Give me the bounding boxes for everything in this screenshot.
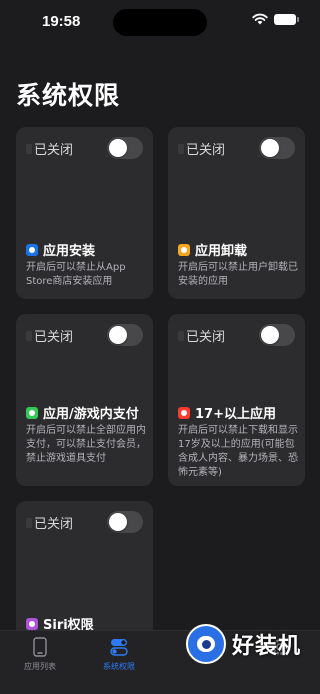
wifi-icon [252,13,268,25]
tab-label: 应用列表 [24,662,56,671]
card-status-text: 已关闭 [186,330,226,345]
card-status: 已关闭 [26,513,73,532]
card-siri: 已关闭 Siri权限 [16,501,153,641]
dynamic-island [113,9,207,36]
age-17-plus-toggle[interactable] [259,324,295,346]
card-title: 应用/游戏内支付 [43,407,139,422]
watermark-logo-icon [186,624,226,664]
status-indicator-icon [178,143,184,154]
status-indicator-icon [26,517,32,528]
status-indicator-icon [178,330,184,341]
toggle-knob [261,139,279,157]
phone-icon [33,637,47,657]
app-uninstall-toggle[interactable] [259,137,295,159]
card-status: 已关闭 [26,139,73,158]
siri-icon [26,617,38,630]
card-status: 已关闭 [26,326,73,345]
card-header: 应用卸载 [178,240,247,259]
status-icons [252,13,299,25]
toggle-knob [109,139,127,157]
card-status-text: 已关闭 [34,143,74,158]
siri-toggle[interactable] [107,511,143,533]
age-rating-icon [178,406,190,419]
app-install-toggle[interactable] [107,137,143,159]
card-description: 开启后可以禁止下载和显示17岁及以上的应用(可能包含成人内容、暴力场景、恐怖元素… [178,425,298,478]
card-description: 开启后可以禁止从App Store商店安装应用 [26,262,126,287]
card-title: 应用卸载 [195,244,248,259]
card-status: 已关闭 [178,326,225,345]
card-status-text: 已关闭 [34,517,74,532]
uninstall-icon [178,243,190,256]
in-app-purchase-icon [26,406,38,419]
toggles-icon [110,639,128,656]
card-title: 应用安装 [43,244,96,259]
status-indicator-icon [26,330,32,341]
card-app-uninstall: 已关闭 应用卸载 开启后可以禁止用户卸载已安装的应用 [168,127,305,299]
watermark-text: 好装机 [232,634,302,659]
card-in-app-purchase: 已关闭 应用/游戏内支付 开启后可以禁止全部应用内支付，可以禁止支付会员，禁止游… [16,314,153,486]
status-bar: 19:58 [0,0,320,44]
card-description: 开启后可以禁止全部应用内支付，可以禁止支付会员，禁止游戏道具支付 [26,425,146,464]
in-app-purchase-toggle[interactable] [107,324,143,346]
battery-icon [274,13,299,25]
toggle-knob [109,326,127,344]
toggle-knob [261,326,279,344]
card-app-install: 已关闭 应用安装 开启后可以禁止从App Store商店安装应用 [16,127,153,299]
status-time: 19:58 [42,13,81,30]
card-header: 17+以上应用 [178,403,276,422]
toggle-knob [109,513,127,531]
watermark: 好装机 [186,624,320,664]
status-indicator-icon [26,143,32,154]
card-status-text: 已关闭 [34,330,74,345]
app-store-icon [26,243,38,256]
card-header: 应用/游戏内支付 [26,403,139,422]
page-title: 系统权限 [16,81,121,110]
card-status: 已关闭 [178,139,225,158]
card-header: 应用安装 [26,240,95,259]
card-description: 开启后可以禁止用户卸载已安装的应用 [178,262,298,287]
tab-system-permissions[interactable]: 系统权限 [89,637,149,672]
tab-label: 系统权限 [103,662,135,671]
card-age-17-plus: 已关闭 17+以上应用 开启后可以禁止下载和显示17岁及以上的应用(可能包含成人… [168,314,305,486]
card-title: 17+以上应用 [195,407,276,422]
tab-app-list[interactable]: 应用列表 [10,637,70,672]
card-status-text: 已关闭 [186,143,226,158]
